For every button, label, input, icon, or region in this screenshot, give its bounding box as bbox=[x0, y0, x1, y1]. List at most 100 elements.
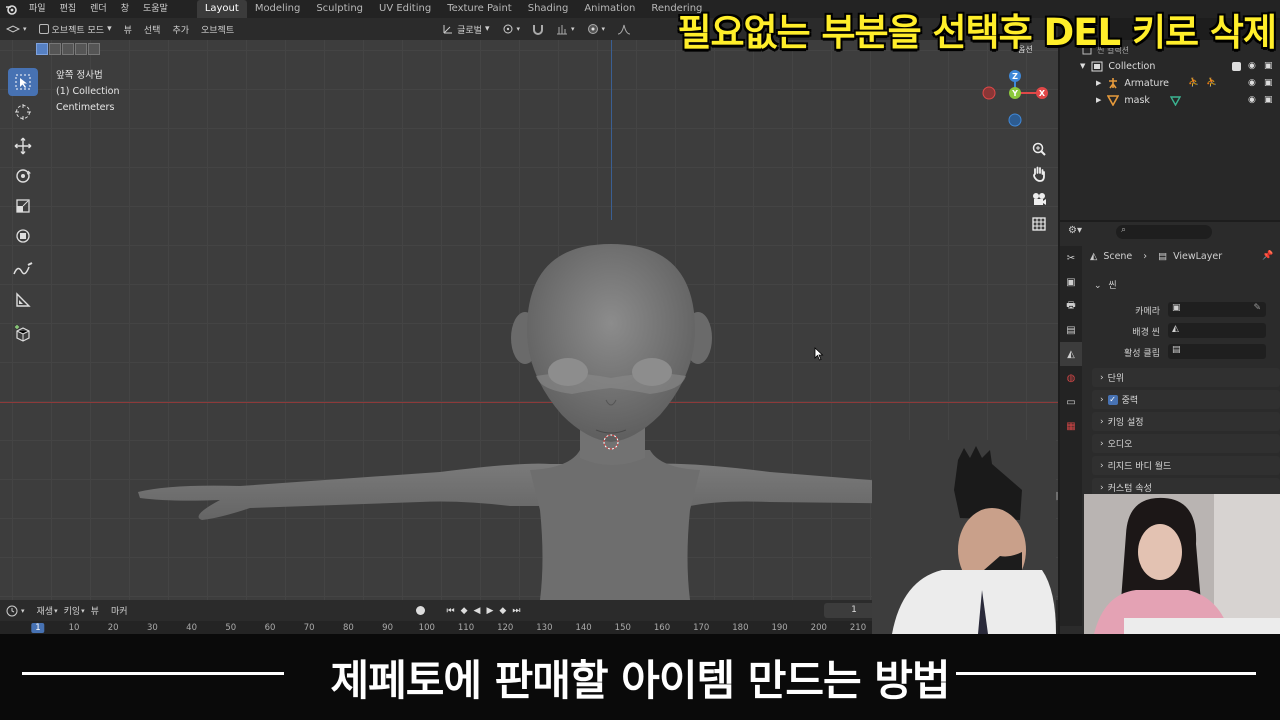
snap-button[interactable] bbox=[526, 23, 550, 35]
eyedropper-icon[interactable]: ✎ bbox=[1253, 303, 1261, 313]
panel-keying-sets[interactable]: › 키잉 설정 bbox=[1092, 412, 1280, 431]
select-invert-icon[interactable] bbox=[75, 43, 87, 55]
scene-section-header[interactable]: ⌄ 씬 bbox=[1094, 278, 1117, 291]
outliner-row-collection[interactable]: ▼ Collection ◉ ▣ bbox=[1080, 58, 1273, 74]
annotate-tool[interactable] bbox=[8, 256, 38, 284]
menu-help[interactable]: 도움말 bbox=[136, 0, 175, 18]
pivot-point-button[interactable]: ▾ bbox=[496, 23, 527, 35]
proportional-edit-button[interactable]: ▾ bbox=[581, 23, 612, 35]
transform-orientation-dropdown[interactable]: 글로벌 ▾ bbox=[436, 23, 495, 36]
tab-sculpting[interactable]: Sculpting bbox=[308, 0, 371, 18]
mode-label: 오브젝트 모드 bbox=[51, 25, 105, 36]
pin-icon[interactable]: 📌 bbox=[1262, 251, 1273, 261]
view-layer-tab-icon[interactable]: ▤ bbox=[1060, 318, 1082, 342]
menu-object[interactable]: 오브젝트 bbox=[195, 23, 240, 36]
tab-shading[interactable]: Shading bbox=[520, 0, 577, 18]
menu-file[interactable]: 파일 bbox=[22, 0, 53, 18]
visibility-eye-icon[interactable]: ◉ bbox=[1248, 78, 1256, 88]
outliner-row-armature[interactable]: ▶ Armature ⛹ ⛹ ◉ ▣ bbox=[1096, 75, 1273, 91]
expand-arrow-icon[interactable]: ▶ bbox=[1096, 79, 1101, 87]
scale-tool[interactable] bbox=[8, 192, 38, 220]
expand-arrow-icon[interactable]: ▶ bbox=[1096, 96, 1101, 104]
mode-dropdown[interactable]: 오브젝트 모드 ▾ bbox=[33, 23, 118, 36]
menu-add[interactable]: 추가 bbox=[166, 23, 195, 36]
tab-animation[interactable]: Animation bbox=[576, 0, 643, 18]
visibility-eye-icon[interactable]: ◉ bbox=[1248, 61, 1256, 71]
snap-target-button[interactable]: ▾ bbox=[550, 23, 581, 35]
breadcrumb-viewlayer[interactable]: ViewLayer bbox=[1173, 251, 1222, 262]
editor-type-button[interactable]: ▾ bbox=[0, 24, 33, 34]
zoom-icon[interactable] bbox=[1028, 138, 1050, 160]
breadcrumb-scene[interactable]: Scene bbox=[1103, 251, 1132, 262]
jump-end-icon[interactable]: ⏭ bbox=[512, 606, 520, 616]
record-icon[interactable] bbox=[415, 606, 425, 615]
z-axis-line bbox=[611, 40, 612, 220]
add-cube-tool[interactable] bbox=[8, 320, 38, 348]
properties-search-input[interactable]: ⌕ bbox=[1116, 225, 1212, 239]
measure-tool[interactable] bbox=[8, 286, 38, 314]
timeline-tick: 10 bbox=[68, 623, 80, 633]
visibility-eye-icon[interactable]: ◉ bbox=[1248, 95, 1256, 105]
timeline-editor-type-button[interactable]: ▾ bbox=[0, 605, 31, 617]
select-new-icon[interactable] bbox=[36, 43, 48, 55]
menu-timeline-view[interactable]: 뷰 bbox=[85, 604, 105, 617]
timeline-tick: 70 bbox=[303, 623, 315, 633]
transform-tool[interactable] bbox=[8, 222, 38, 250]
camera-field[interactable]: ▣ ✎ bbox=[1168, 302, 1266, 317]
properties-editor-type-icon[interactable]: ⚙▾ bbox=[1068, 225, 1082, 236]
select-extend-icon[interactable] bbox=[49, 43, 61, 55]
panel-rigid-body-world[interactable]: › 리지드 바디 월드 bbox=[1092, 456, 1280, 475]
timeline-tick: 60 bbox=[264, 623, 276, 633]
move-tool[interactable] bbox=[8, 132, 38, 160]
timeline-tick: 30 bbox=[146, 623, 158, 633]
tool-tab-icon[interactable]: ✂ bbox=[1060, 246, 1082, 270]
render-camera-icon[interactable]: ▣ bbox=[1264, 61, 1273, 71]
render-camera-icon[interactable]: ▣ bbox=[1264, 95, 1273, 105]
pan-hand-icon[interactable] bbox=[1028, 163, 1050, 185]
menu-render[interactable]: 렌더 bbox=[83, 0, 114, 18]
cursor-tool[interactable] bbox=[8, 98, 38, 126]
menu-marker[interactable]: 마커 bbox=[105, 604, 134, 617]
texture-tab-icon[interactable]: ▦ bbox=[1060, 414, 1082, 438]
output-tab-icon[interactable]: 🖶 bbox=[1060, 294, 1082, 318]
render-camera-icon[interactable]: ▣ bbox=[1264, 78, 1273, 88]
jump-start-icon[interactable]: ⏮ bbox=[447, 606, 455, 616]
select-box-tool[interactable] bbox=[8, 68, 38, 96]
rotate-tool[interactable] bbox=[8, 162, 38, 190]
collection-tab-icon[interactable]: ▭ bbox=[1060, 390, 1082, 414]
menu-select[interactable]: 선택 bbox=[138, 23, 167, 36]
select-subtract-icon[interactable] bbox=[62, 43, 74, 55]
timeline-tick: 170 bbox=[693, 623, 710, 633]
menu-window[interactable]: 창 bbox=[114, 0, 136, 18]
menu-edit[interactable]: 편집 bbox=[53, 0, 84, 18]
next-keyframe-icon[interactable]: ◆ bbox=[499, 606, 506, 616]
breadcrumb: ◭ Scene › ▤ ViewLayer bbox=[1090, 251, 1222, 262]
menu-view[interactable]: 뷰 bbox=[118, 23, 138, 36]
play-icon[interactable]: ▶ bbox=[486, 606, 493, 616]
panel-units[interactable]: › 단위 bbox=[1092, 368, 1280, 387]
falloff-button[interactable] bbox=[611, 23, 637, 35]
ruler-icon bbox=[16, 292, 31, 307]
world-tab-icon[interactable]: ◍ bbox=[1060, 366, 1082, 390]
gravity-checkbox[interactable]: ✓ bbox=[1107, 394, 1118, 405]
timeline-tick: 210 bbox=[849, 623, 867, 633]
exclude-checkbox[interactable] bbox=[1232, 61, 1241, 71]
panel-gravity[interactable]: › ✓ 중력 bbox=[1092, 390, 1280, 409]
outliner-row-mask[interactable]: ▶ mask ◉ ▣ bbox=[1096, 92, 1273, 108]
tab-layout[interactable]: Layout bbox=[196, 0, 247, 18]
render-tab-icon[interactable]: ▣ bbox=[1060, 270, 1082, 294]
expand-arrow-icon[interactable]: ▼ bbox=[1080, 62, 1085, 70]
prev-keyframe-icon[interactable]: ◆ bbox=[461, 606, 468, 616]
active-clip-field[interactable]: ▤ bbox=[1168, 344, 1266, 359]
select-intersect-icon[interactable] bbox=[88, 43, 100, 55]
tab-modeling[interactable]: Modeling bbox=[247, 0, 309, 18]
tab-uv-editing[interactable]: UV Editing bbox=[371, 0, 439, 18]
chevron-right-icon: › bbox=[1100, 438, 1104, 449]
panel-audio[interactable]: › 오디오 bbox=[1092, 434, 1280, 453]
blender-logo-icon[interactable] bbox=[0, 0, 22, 18]
background-scene-field[interactable]: ◭ bbox=[1168, 323, 1266, 338]
play-reverse-icon[interactable]: ◀ bbox=[474, 606, 481, 616]
navigation-gizmo[interactable]: Z X Y bbox=[982, 70, 1052, 140]
tab-texture-paint[interactable]: Texture Paint bbox=[439, 0, 520, 18]
scene-tab-icon[interactable]: ◭ bbox=[1060, 342, 1082, 366]
